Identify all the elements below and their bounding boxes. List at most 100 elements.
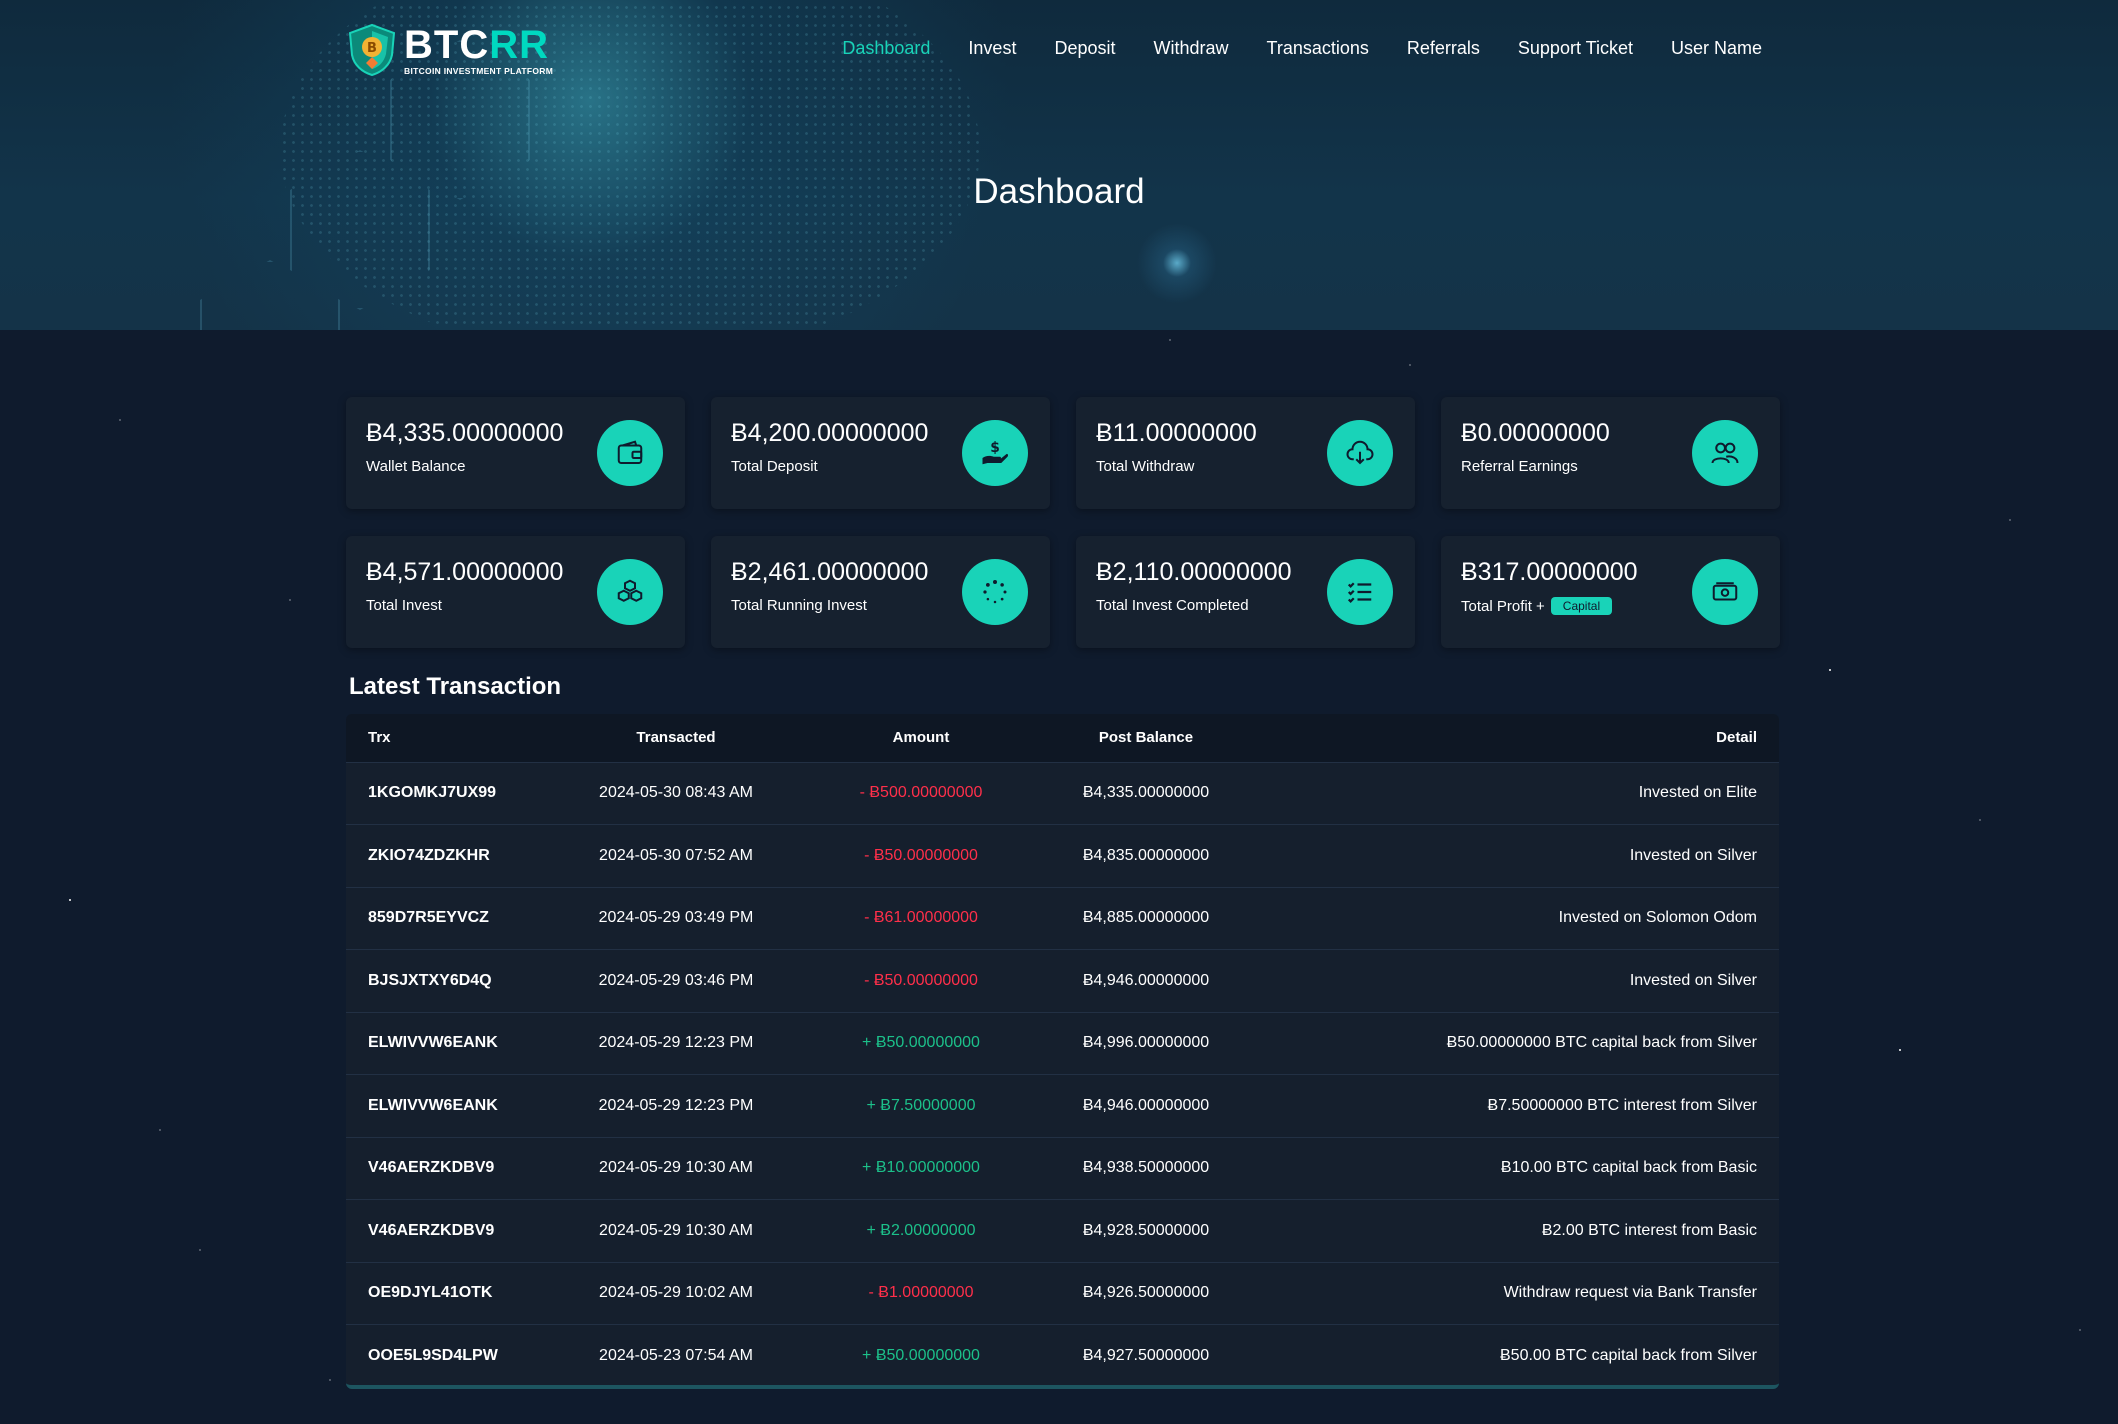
column-header-trx: Trx (368, 729, 391, 747)
amount-cell: - Ƀ50.00000000 (864, 846, 978, 864)
top-navigation-bar: B BTCRR BITCOIN INVESTMENT PLATFORM Dash… (0, 0, 2118, 100)
trx-cell: OOE5L9SD4LPW (368, 1347, 498, 1364)
transacted-cell: 2024-05-29 03:46 PM (598, 971, 754, 989)
transacted-cell: 2024-05-29 10:02 AM (599, 1284, 753, 1302)
post-balance-cell: Ƀ4,996.00000000 (1082, 1034, 1210, 1052)
post-balance-cell: Ƀ4,946.00000000 (1082, 971, 1210, 989)
stats-cards: Ƀ4,335.00000000 Wallet Balance Ƀ4,200.00… (346, 397, 1780, 648)
table-row: OE9DJYL41OTK 2024-05-29 10:02 AM - Ƀ1.0000… (346, 1262, 1779, 1325)
latest-transaction-title: Latest Transaction (349, 673, 562, 700)
transacted-cell: 2024-05-30 08:43 AM (599, 784, 753, 802)
cubes-icon (597, 559, 663, 625)
post-balance-cell: Ƀ4,835.00000000 (1082, 846, 1210, 864)
card-total-deposit: Ƀ4,200.00000000 Total Deposit $ (711, 397, 1050, 509)
nav-withdraw[interactable]: Withdraw (1153, 38, 1228, 59)
trx-cell: 859D7R5EYVCZ (368, 909, 489, 927)
detail-cell: Ƀ50.00000000 BTC capital back from Silve… (1446, 1034, 1757, 1052)
transacted-cell: 2024-05-29 10:30 AM (599, 1221, 753, 1239)
table-header-row: Trx Transacted Amount Post Balance Detai… (346, 714, 1779, 762)
detail-cell: Invested on Silver (1629, 971, 1757, 989)
post-balance-cell: Ƀ4,335.00000000 (1082, 784, 1210, 802)
nav-support-ticket[interactable]: Support Ticket (1518, 38, 1633, 59)
list-check-icon (1327, 559, 1393, 625)
transacted-cell: 2024-05-29 03:49 PM (598, 909, 754, 927)
brand-name: BTCRR (404, 22, 549, 67)
card-total-withdraw: Ƀ11.00000000 Total Withdraw (1076, 397, 1415, 509)
detail-cell: Invested on Elite (1638, 784, 1757, 802)
detail-cell: Ƀ50.00 BTC capital back from Silver (1500, 1347, 1757, 1364)
users-icon (1692, 420, 1758, 486)
transacted-cell: 2024-05-23 07:54 AM (599, 1347, 753, 1364)
trx-cell: ELWIVVW6EANK (368, 1034, 498, 1052)
post-balance-cell: Ƀ4,927.50000000 (1082, 1347, 1210, 1364)
amount-cell: - Ƀ500.00000000 (859, 784, 983, 802)
table-row: BJSJXTXY6D4Q 2024-05-29 03:46 PM - Ƀ50.000… (346, 949, 1779, 1013)
detail-cell: Invested on Solomon Odom (1558, 909, 1757, 927)
nav-deposit[interactable]: Deposit (1054, 38, 1115, 59)
table-row: ELWIVVW6EANK 2024-05-29 12:23 PM + Ƀ7.5000… (346, 1074, 1779, 1138)
nav-user-menu[interactable]: User Name (1671, 38, 1762, 59)
card-total-invest-completed: Ƀ2,110.00000000 Total Invest Completed (1076, 536, 1415, 648)
svg-text:B: B (367, 41, 377, 56)
post-balance-cell: Ƀ4,928.50000000 (1082, 1221, 1210, 1239)
trx-cell: V46AERZKDBV9 (368, 1159, 495, 1177)
post-balance-cell: Ƀ4,885.00000000 (1082, 909, 1210, 927)
transacted-cell: 2024-05-29 10:30 AM (599, 1159, 753, 1177)
column-header-amount: Amount (892, 729, 950, 747)
table-row: ELWIVVW6EANK 2024-05-29 12:23 PM + Ƀ50.000… (346, 1012, 1779, 1075)
trx-cell: ELWIVVW6EANK (368, 1096, 498, 1114)
hand-dollar-icon: $ (962, 420, 1028, 486)
capital-badge: Capital (1550, 597, 1613, 615)
post-balance-cell: Ƀ4,938.50000000 (1082, 1159, 1210, 1177)
transactions-table: Trx Transacted Amount Post Balance Detai… (346, 714, 1779, 1389)
brand-logo[interactable]: B BTCRR BITCOIN INVESTMENT PLATFORM (346, 22, 553, 78)
table-row: ZKIO74ZDZKHR 2024-05-30 07:52 AM - Ƀ50.000… (346, 824, 1779, 888)
card-total-invest: Ƀ4,571.00000000 Total Invest (346, 536, 685, 648)
column-header-post-balance: Post Balance (1098, 729, 1194, 747)
post-balance-cell: Ƀ4,926.50000000 (1082, 1284, 1210, 1302)
detail-cell: Ƀ10.00 BTC capital back from Basic (1500, 1159, 1757, 1177)
table-row: 859D7R5EYVCZ 2024-05-29 03:49 PM - Ƀ61.000… (346, 887, 1779, 950)
main-nav: Dashboard Invest Deposit Withdraw Transa… (804, 38, 1762, 59)
amount-cell: - Ƀ50.00000000 (864, 971, 978, 989)
detail-cell: Withdraw request via Bank Transfer (1503, 1284, 1757, 1302)
amount-cell: + Ƀ10.00000000 (862, 1159, 980, 1177)
nav-transactions[interactable]: Transactions (1267, 38, 1369, 59)
amount-cell: - Ƀ61.00000000 (864, 909, 978, 927)
amount-cell: + Ƀ2.00000000 (866, 1221, 976, 1239)
detail-cell: Ƀ2.00 BTC interest from Basic (1541, 1221, 1757, 1239)
nav-dashboard[interactable]: Dashboard (842, 38, 930, 59)
table-row: V46AERZKDBV9 2024-05-29 10:30 AM + Ƀ10.000… (346, 1137, 1779, 1200)
trx-cell: V46AERZKDBV9 (368, 1221, 495, 1239)
trx-cell: 1KGOMKJ7UX99 (368, 784, 497, 802)
trx-cell: BJSJXTXY6D4Q (368, 971, 492, 989)
column-header-transacted: Transacted (636, 729, 716, 747)
shield-logo-icon: B (346, 23, 398, 77)
table-row: OOE5L9SD4LPW 2024-05-23 07:54 AM + Ƀ50.000… (346, 1324, 1779, 1386)
table-row: 1KGOMKJ7UX99 2024-05-30 08:43 AM - Ƀ500.00… (346, 762, 1779, 825)
table-row: V46AERZKDBV9 2024-05-29 10:30 AM + Ƀ2.0000… (346, 1199, 1779, 1263)
nav-invest[interactable]: Invest (968, 38, 1016, 59)
brand-text: BTCRR BITCOIN INVESTMENT PLATFORM (404, 25, 553, 76)
money-bill-icon (1692, 559, 1758, 625)
detail-cell: Invested on Silver (1629, 846, 1757, 864)
nav-referrals[interactable]: Referrals (1407, 38, 1480, 59)
trx-cell: OE9DJYL41OTK (368, 1284, 493, 1302)
amount-cell: + Ƀ50.00000000 (862, 1347, 980, 1364)
transacted-cell: 2024-05-29 12:23 PM (598, 1096, 754, 1114)
amount-cell: + Ƀ50.00000000 (862, 1034, 980, 1052)
card-total-profit: Ƀ317.00000000 Total Profit + Capital (1441, 536, 1780, 648)
card-wallet-balance: Ƀ4,335.00000000 Wallet Balance (346, 397, 685, 509)
page-title: Dashboard (973, 172, 1145, 211)
card-total-running-invest: Ƀ2,461.00000000 Total Running Invest (711, 536, 1050, 648)
wallet-icon (597, 420, 663, 486)
trx-cell: ZKIO74ZDZKHR (368, 846, 490, 864)
amount-cell: - Ƀ1.00000000 (868, 1284, 974, 1302)
brand-tagline: BITCOIN INVESTMENT PLATFORM (404, 65, 554, 76)
card-referral-earnings: Ƀ0.00000000 Referral Earnings (1441, 397, 1780, 509)
amount-cell: + Ƀ7.50000000 (866, 1096, 976, 1114)
column-header-detail: Detail (1716, 729, 1757, 747)
svg-text:$: $ (990, 440, 1000, 456)
cloud-download-icon (1327, 420, 1393, 486)
detail-cell: Ƀ7.50000000 BTC interest from Silver (1487, 1096, 1757, 1114)
